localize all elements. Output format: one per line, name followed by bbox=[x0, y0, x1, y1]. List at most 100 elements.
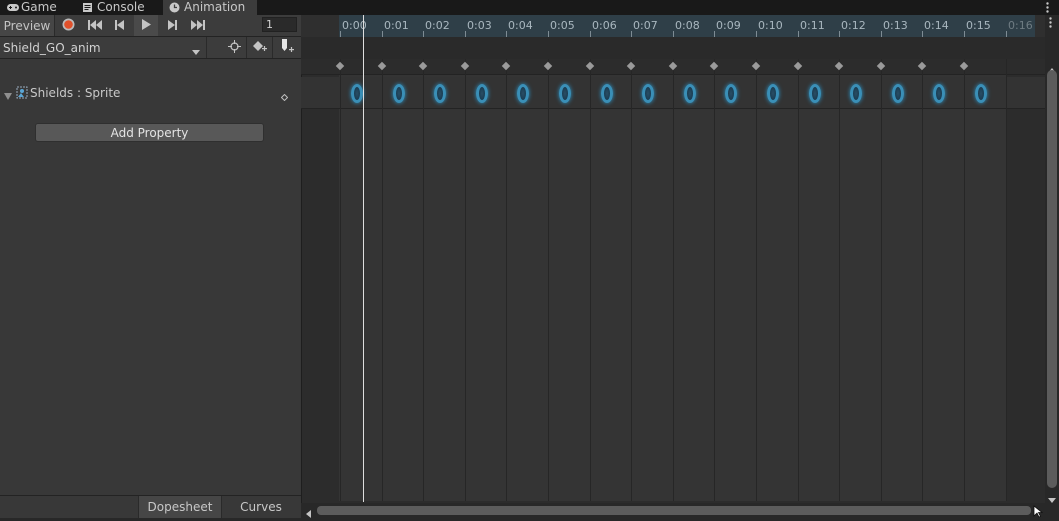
sprite-keyframe-thumbnail[interactable] bbox=[975, 84, 987, 103]
ruler-tick-label: 0:08 bbox=[675, 19, 700, 32]
add-keyframe-button[interactable] bbox=[248, 37, 273, 58]
first-keyframe-button[interactable] bbox=[83, 15, 107, 36]
view-mode-tabs: Dopesheet Curves bbox=[0, 495, 301, 518]
sprite-keyframe-thumbnail[interactable] bbox=[684, 84, 696, 103]
ruler-tick-label: 0:05 bbox=[550, 19, 575, 32]
vertical-scroll-thumb[interactable] bbox=[1047, 70, 1057, 488]
playback-toolbar: Preview 1 bbox=[0, 15, 301, 37]
sprite-keyframe-thumbnail[interactable] bbox=[434, 84, 446, 103]
record-icon bbox=[62, 18, 75, 34]
record-button[interactable] bbox=[57, 15, 79, 36]
tab-game[interactable]: Game bbox=[0, 0, 74, 15]
sprite-keyframe-thumbnail[interactable] bbox=[809, 84, 821, 103]
sprite-keyframe-thumbnail[interactable] bbox=[725, 84, 737, 103]
ruler-tick-label: 0:01 bbox=[384, 19, 409, 32]
ruler-tick-mark bbox=[839, 31, 840, 37]
step-back-icon bbox=[115, 19, 125, 33]
property-row[interactable]: Shields : Sprite bbox=[0, 80, 301, 108]
ruler-tick-mark bbox=[465, 31, 466, 37]
tab-animation[interactable]: Animation bbox=[163, 0, 257, 15]
grid-line bbox=[465, 59, 466, 501]
ruler-tick-label: 0:04 bbox=[508, 19, 533, 32]
step-forward-icon bbox=[167, 19, 177, 33]
horizontal-scroll-thumb[interactable] bbox=[317, 506, 1031, 515]
sprite-keyframe-thumbnail[interactable] bbox=[933, 84, 945, 103]
grid-line bbox=[1006, 59, 1007, 501]
next-keyframe-button[interactable] bbox=[161, 15, 183, 36]
grid-line bbox=[964, 59, 965, 501]
ruler-tick-mark bbox=[382, 31, 383, 37]
clip-dropdown[interactable]: Shield_GO_anim bbox=[0, 37, 207, 58]
grid-line bbox=[340, 59, 341, 501]
chevron-down-icon bbox=[192, 44, 200, 58]
add-event-button[interactable] bbox=[275, 37, 299, 58]
last-keyframe-button[interactable] bbox=[186, 15, 210, 36]
property-label: Shields : Sprite bbox=[30, 86, 121, 100]
play-button[interactable] bbox=[134, 15, 158, 36]
sprite-keyframe-thumbnail[interactable] bbox=[393, 84, 405, 103]
gamepad-icon bbox=[6, 2, 19, 13]
sprite-keyframe-thumbnail[interactable] bbox=[517, 84, 529, 103]
add-property-button[interactable]: Add Property bbox=[35, 123, 264, 142]
scroll-down-icon[interactable] bbox=[1048, 492, 1056, 506]
ruler-tick-label: 0:15 bbox=[966, 19, 991, 32]
expand-triangle-icon[interactable] bbox=[4, 90, 12, 104]
tab-curves[interactable]: Curves bbox=[221, 496, 301, 518]
grid-line bbox=[714, 59, 715, 501]
sprite-keyframe-thumbnail[interactable] bbox=[559, 84, 571, 103]
sprite-keyframe-thumbnail[interactable] bbox=[642, 84, 654, 103]
preview-button[interactable]: Preview bbox=[0, 15, 55, 36]
sprite-keyframe-thumbnail[interactable] bbox=[850, 84, 862, 103]
grid-line bbox=[506, 59, 507, 501]
sprite-keyframe-thumbnail[interactable] bbox=[892, 84, 904, 103]
clock-icon bbox=[169, 2, 180, 13]
ruler-tick-mark bbox=[756, 31, 757, 37]
previous-keyframe-button[interactable] bbox=[109, 15, 131, 36]
ruler-tick-label: 0:10 bbox=[758, 19, 783, 32]
grid-line bbox=[548, 59, 549, 501]
keyframe-diamond-icon[interactable] bbox=[280, 90, 289, 104]
ruler-tick-label: 0:11 bbox=[800, 19, 825, 32]
sprite-keyframe-thumbnail[interactable] bbox=[601, 84, 613, 103]
ruler-tick-label: 0:09 bbox=[716, 19, 741, 32]
target-icon bbox=[227, 39, 241, 56]
filter-by-selection-button[interactable] bbox=[222, 37, 247, 58]
grid-line bbox=[673, 59, 674, 501]
grid-line bbox=[839, 59, 840, 501]
ruler-tick-mark bbox=[590, 31, 591, 37]
tab-console[interactable]: Console bbox=[76, 0, 162, 15]
ruler-tick-label: 0:14 bbox=[924, 19, 949, 32]
frame-input[interactable]: 1 bbox=[262, 17, 297, 32]
ruler-tick-mark bbox=[548, 31, 549, 37]
grid-line bbox=[881, 59, 882, 501]
tab-dopesheet[interactable]: Dopesheet bbox=[138, 496, 222, 518]
grid-line bbox=[798, 59, 799, 501]
skip-to-end-icon bbox=[191, 19, 205, 33]
ruler-tick-mark bbox=[423, 31, 424, 37]
play-icon bbox=[141, 18, 151, 33]
add-event-icon bbox=[280, 39, 294, 56]
add-keyframe-icon bbox=[253, 40, 267, 55]
timeline-menu-icon[interactable] bbox=[1049, 17, 1052, 31]
ruler-tick-mark bbox=[340, 31, 341, 37]
ruler-tick-label: 0:07 bbox=[633, 19, 658, 32]
tab-label: Console bbox=[97, 0, 145, 14]
grid-line bbox=[631, 59, 632, 501]
tab-label: Animation bbox=[184, 0, 246, 14]
ruler-tick-label: 0:12 bbox=[841, 19, 866, 32]
console-icon bbox=[82, 2, 93, 13]
grid-line bbox=[590, 59, 591, 501]
sprite-keyframe-thumbnail[interactable] bbox=[767, 84, 779, 103]
scroll-left-icon[interactable] bbox=[306, 507, 311, 521]
grid-line bbox=[922, 59, 923, 501]
sprite-keyframe-thumbnail[interactable] bbox=[476, 84, 488, 103]
ruler-tick-label: 0:16 bbox=[1008, 19, 1033, 32]
ruler-tick-mark bbox=[881, 31, 882, 37]
ruler-tick-label: 0:02 bbox=[425, 19, 450, 32]
ruler-tick-mark bbox=[798, 31, 799, 37]
playhead[interactable] bbox=[363, 15, 364, 502]
sprite-keyframe-thumbnail[interactable] bbox=[351, 84, 363, 103]
grid-line bbox=[382, 59, 383, 501]
window-menu-icon[interactable] bbox=[1041, 0, 1053, 15]
ruler-tick-mark bbox=[964, 31, 965, 37]
